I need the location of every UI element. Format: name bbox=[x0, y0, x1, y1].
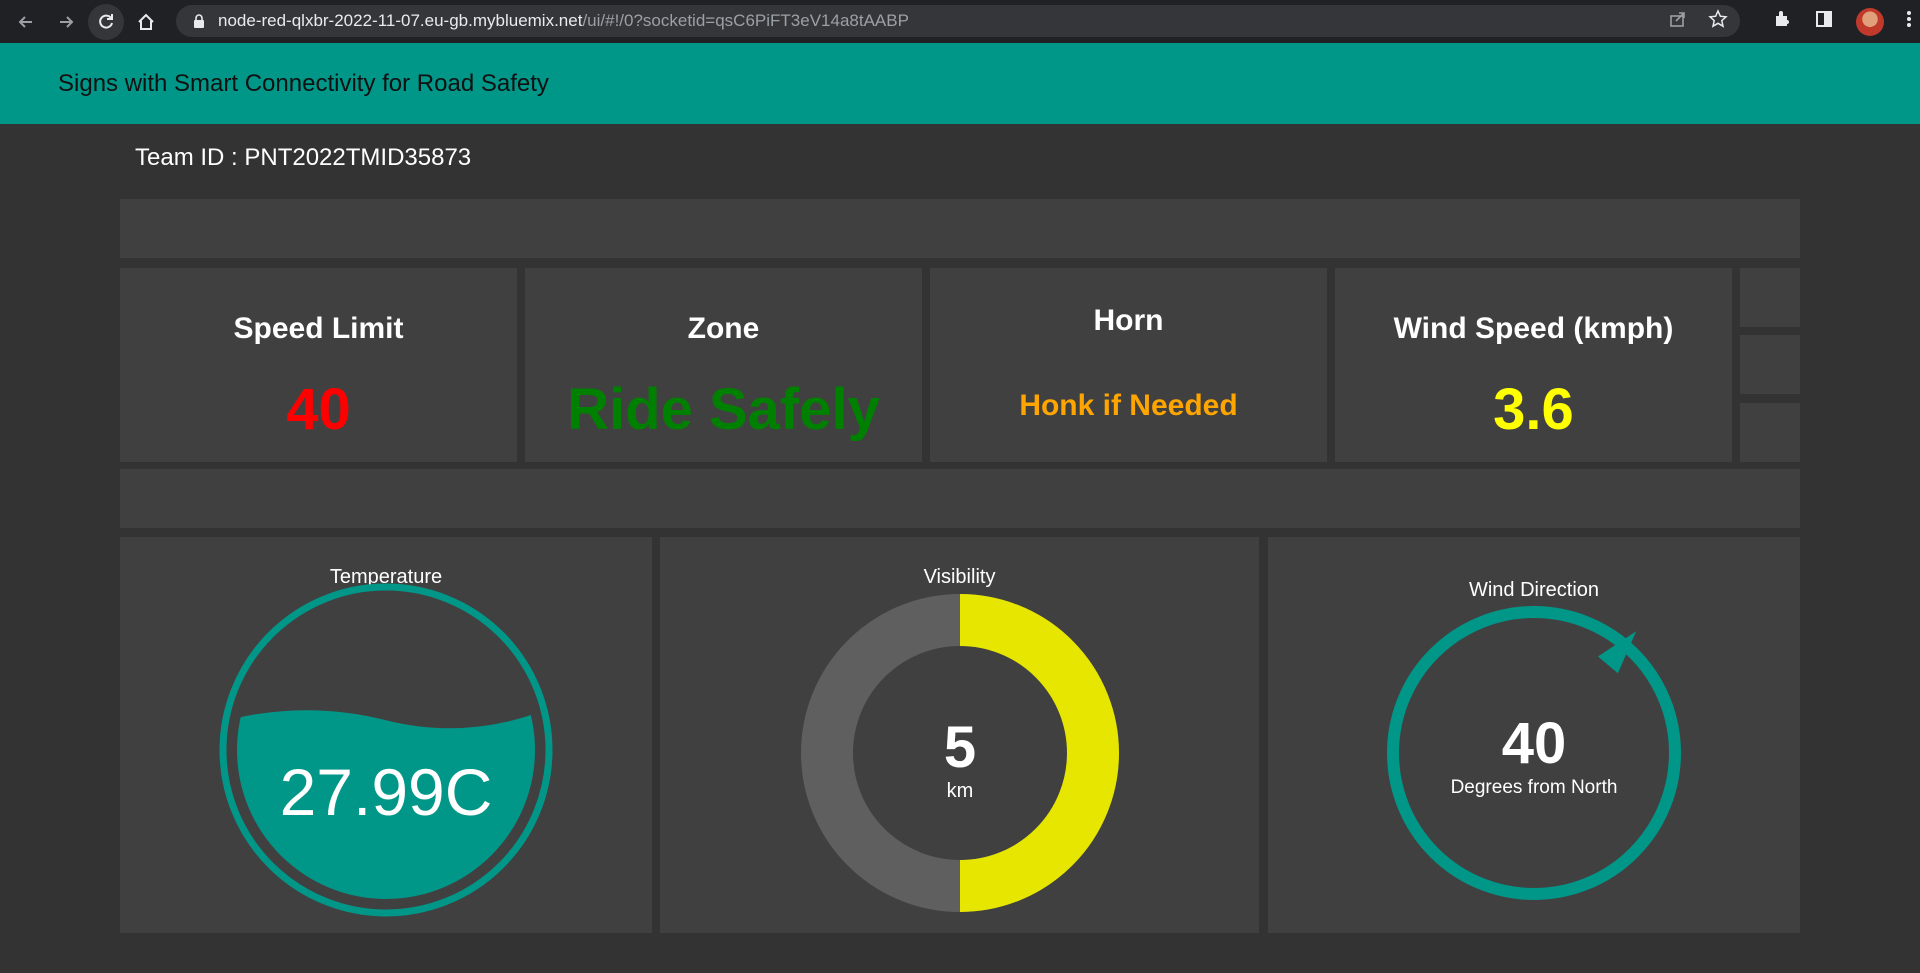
temperature-value: 27.99C bbox=[280, 755, 493, 829]
reload-button[interactable] bbox=[86, 2, 126, 42]
profile-avatar[interactable] bbox=[1856, 7, 1884, 36]
home-icon[interactable] bbox=[126, 2, 166, 42]
back-icon[interactable] bbox=[6, 2, 46, 42]
lock-icon bbox=[190, 12, 208, 30]
spacer-row-middle bbox=[120, 469, 1800, 528]
side-panel-icon[interactable] bbox=[1814, 9, 1834, 34]
wind-speed-card: Wind Speed (kmph) 3.6 bbox=[1335, 268, 1732, 462]
wind-speed-title: Wind Speed (kmph) bbox=[1393, 312, 1674, 345]
zone-card: Zone Ride Safely bbox=[525, 268, 922, 462]
horn-card: Horn Honk if Needed bbox=[930, 268, 1327, 462]
spacer-row-top bbox=[120, 199, 1800, 258]
address-bar[interactable]: node-red-qlxbr-2022-11-07.eu-gb.mybluemi… bbox=[176, 5, 1740, 37]
temperature-card: Temperature 27.99C bbox=[120, 537, 652, 933]
wind-direction-card: Wind Direction 40 Degrees from North bbox=[1268, 537, 1800, 933]
speed-limit-title: Speed Limit bbox=[233, 312, 404, 345]
visibility-gauge: 5 km bbox=[801, 594, 1119, 912]
horn-value: Honk if Needed bbox=[1019, 389, 1238, 422]
share-icon[interactable] bbox=[1668, 9, 1688, 34]
empty-tile-1 bbox=[1740, 268, 1800, 327]
browser-toolbar: node-red-qlxbr-2022-11-07.eu-gb.mybluemi… bbox=[0, 0, 1920, 43]
page-title: Signs with Smart Connectivity for Road S… bbox=[58, 69, 549, 97]
visibility-value: 5 bbox=[944, 715, 976, 780]
speed-limit-value: 40 bbox=[286, 377, 351, 442]
wind-speed-value: 3.6 bbox=[1493, 377, 1574, 442]
forward-icon[interactable] bbox=[46, 2, 86, 42]
temperature-gauge: 27.99C bbox=[219, 583, 553, 917]
zone-value: Ride Safely bbox=[567, 377, 880, 442]
wind-direction-unit: Degrees from North bbox=[1451, 777, 1618, 798]
visibility-unit: km bbox=[947, 780, 974, 802]
extensions-icon[interactable] bbox=[1772, 9, 1792, 34]
url-text: node-red-qlxbr-2022-11-07.eu-gb.mybluemi… bbox=[218, 11, 909, 31]
menu-kebab-icon[interactable] bbox=[1906, 9, 1912, 34]
team-id-label: Team ID : PNT2022TMID35873 bbox=[135, 144, 472, 171]
zone-title: Zone bbox=[687, 312, 760, 345]
speed-limit-card: Speed Limit 40 bbox=[120, 268, 517, 462]
visibility-card: Visibility 5 km bbox=[660, 537, 1259, 933]
reload-icon bbox=[88, 3, 124, 40]
url-path: /ui/#!/0?socketid=qsC6PiFT3eV14a8tAABP bbox=[582, 11, 909, 30]
horn-title: Horn bbox=[1093, 304, 1164, 337]
empty-tile-3 bbox=[1740, 403, 1800, 462]
visibility-arc bbox=[959, 594, 1119, 912]
wind-direction-value: 40 bbox=[1502, 711, 1567, 776]
wind-direction-gauge: 40 Degrees from North bbox=[1387, 606, 1681, 900]
app-header: Signs with Smart Connectivity for Road S… bbox=[0, 43, 1920, 124]
url-host: node-red-qlxbr-2022-11-07.eu-gb.mybluemi… bbox=[218, 11, 583, 30]
bookmark-star-icon[interactable] bbox=[1708, 8, 1728, 34]
empty-tile-2 bbox=[1740, 335, 1800, 394]
